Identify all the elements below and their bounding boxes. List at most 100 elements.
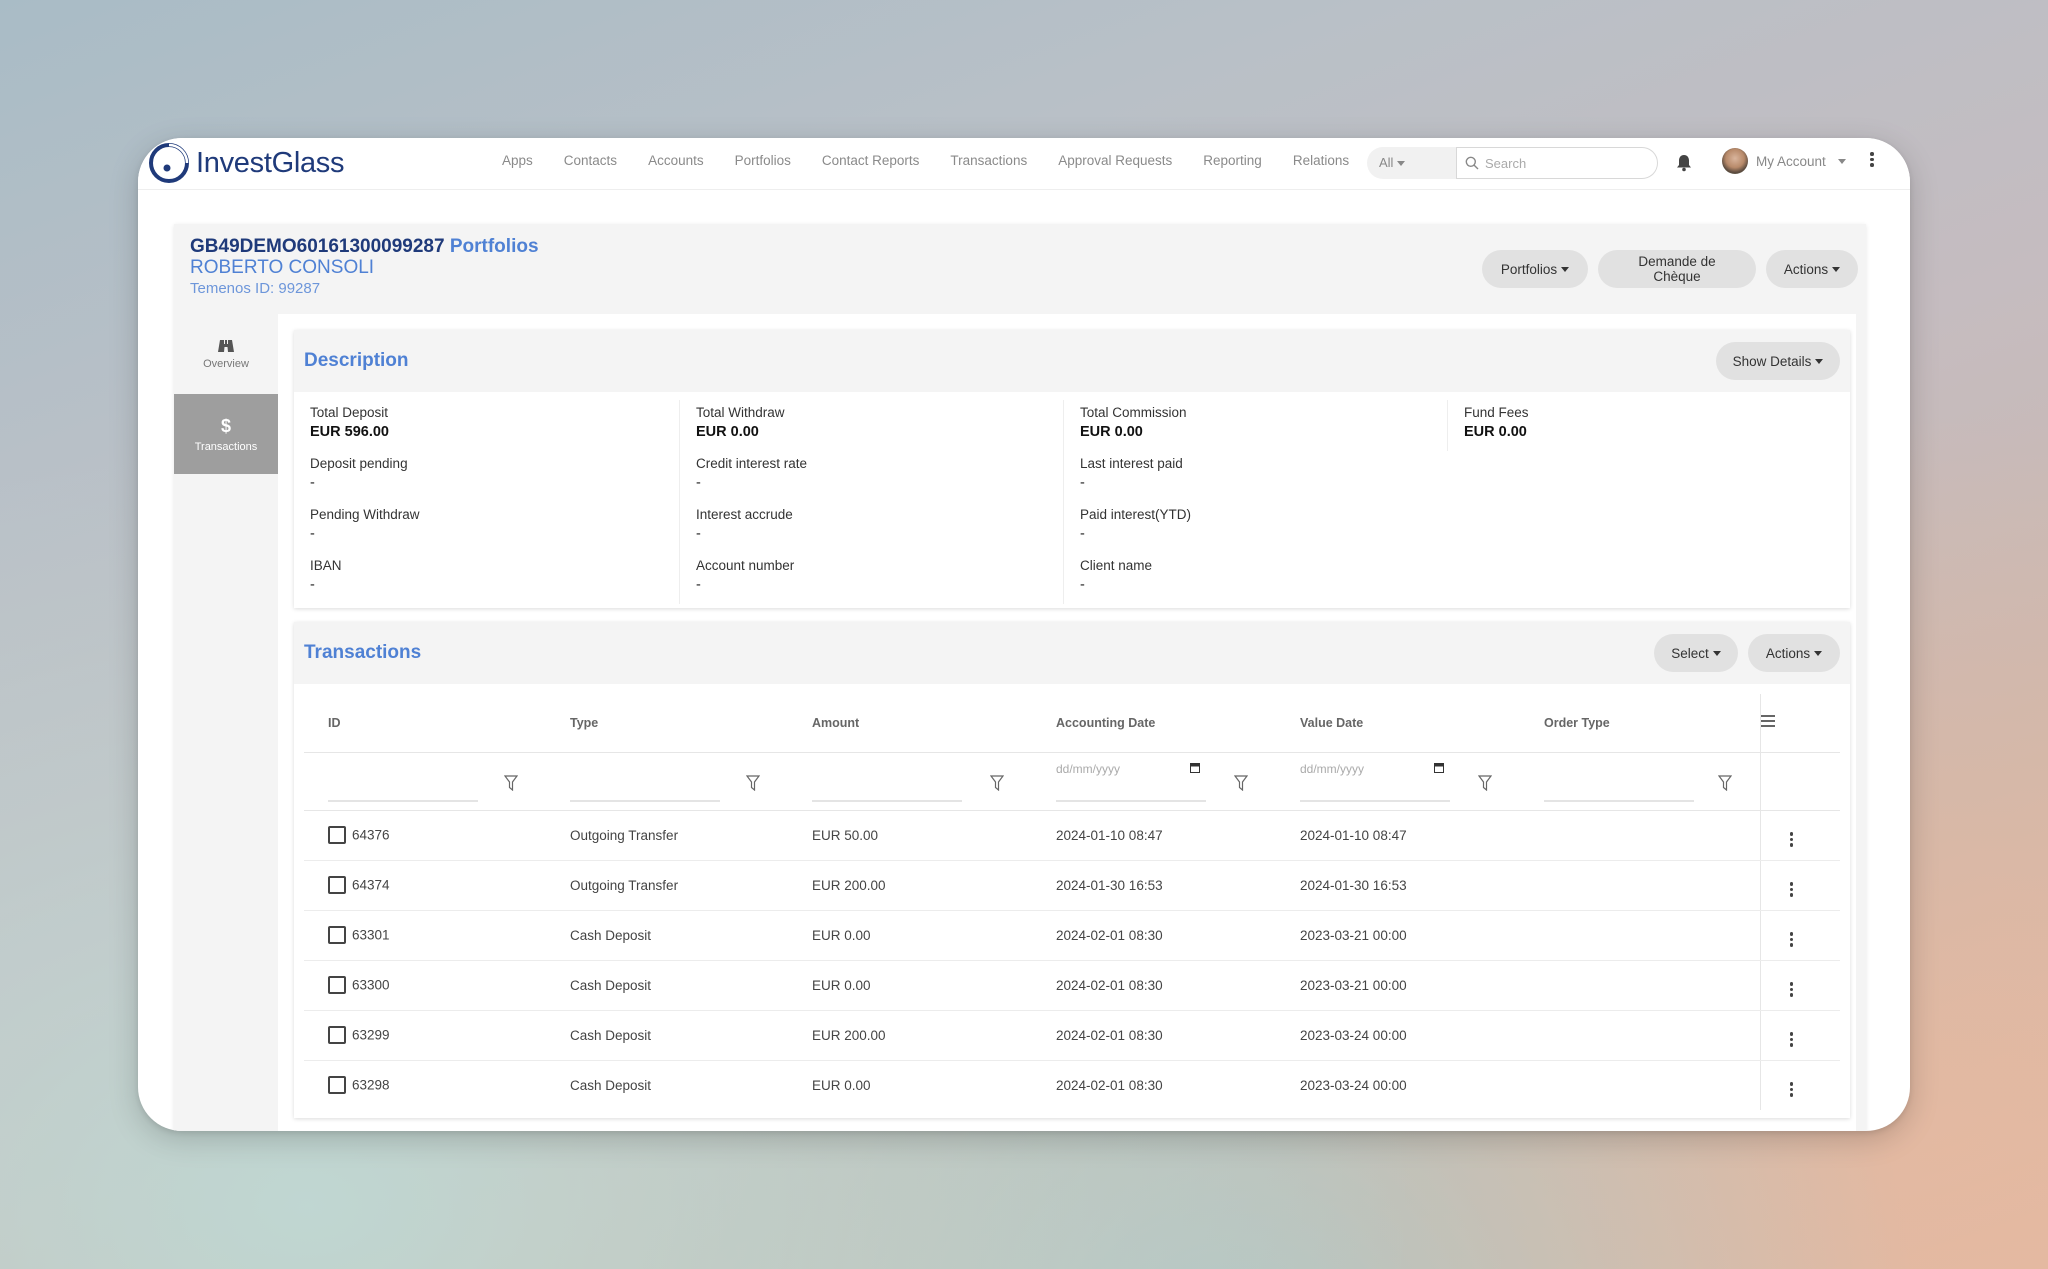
row-id: 64374 bbox=[352, 877, 390, 893]
column-header-order-type[interactable]: Order Type bbox=[1520, 694, 1760, 753]
field-value: - bbox=[310, 526, 315, 542]
row-checkbox[interactable] bbox=[328, 976, 346, 994]
brand-logo[interactable]: InvestGlass bbox=[148, 142, 345, 184]
filter-icon[interactable] bbox=[746, 774, 760, 791]
nav-reporting[interactable]: Reporting bbox=[1203, 153, 1262, 168]
cell-value-date: 2023-03-24 00:00 bbox=[1300, 1077, 1407, 1093]
search-icon bbox=[1465, 156, 1479, 170]
cell-amount: EUR 0.00 bbox=[788, 960, 1032, 1011]
search-input[interactable] bbox=[1485, 155, 1645, 171]
row-more-options-icon[interactable] bbox=[1789, 882, 1793, 897]
nav-portfolios[interactable]: Portfolios bbox=[735, 153, 791, 168]
sidebar-item-overview[interactable]: Overview bbox=[174, 314, 278, 394]
table-row[interactable]: 64376 Outgoing Transfer EUR 50.00 2024-0… bbox=[304, 810, 1840, 861]
field-value: - bbox=[1080, 475, 1085, 491]
filter-order-type-input[interactable] bbox=[1544, 774, 1694, 802]
column-header-id[interactable]: ID bbox=[304, 694, 546, 753]
table-row[interactable]: 63299 Cash Deposit EUR 200.00 2024-02-01… bbox=[304, 1010, 1840, 1061]
header-actions-button[interactable]: Actions bbox=[1766, 250, 1858, 288]
search-scope-label: All bbox=[1379, 155, 1394, 170]
field-label: Interest accrude bbox=[696, 507, 793, 522]
row-checkbox[interactable] bbox=[328, 876, 346, 894]
table-row[interactable]: 64374 Outgoing Transfer EUR 200.00 2024-… bbox=[304, 860, 1840, 911]
nav-approval-requests[interactable]: Approval Requests bbox=[1058, 153, 1172, 168]
table-row[interactable]: 63301 Cash Deposit EUR 0.00 2024-02-01 0… bbox=[304, 910, 1840, 961]
field-total-commission: Total Commission EUR 0.00 bbox=[1063, 400, 1433, 451]
column-header-amount[interactable]: Amount bbox=[788, 694, 1032, 753]
row-checkbox[interactable] bbox=[328, 1076, 346, 1095]
filter-cell-value-date: dd/mm/yyyy bbox=[1276, 752, 1520, 811]
portfolio-header: GB49DEMO60161300099287 Portfolios ROBERT… bbox=[190, 236, 539, 300]
filter-icon[interactable] bbox=[1478, 774, 1492, 791]
field-iban: IBAN - bbox=[294, 553, 664, 604]
filter-amount-input[interactable] bbox=[812, 774, 962, 802]
column-header-type[interactable]: Type bbox=[546, 694, 788, 753]
row-more-options-icon[interactable] bbox=[1789, 982, 1793, 997]
chevron-down-icon bbox=[1712, 650, 1721, 656]
cell-value-date: 2023-03-21 00:00 bbox=[1276, 960, 1520, 1011]
column-header-value-date[interactable]: Value Date bbox=[1276, 694, 1520, 753]
filter-icon[interactable] bbox=[1234, 774, 1248, 791]
account-menu[interactable]: My Account bbox=[1722, 148, 1846, 174]
portfolios-dropdown-button[interactable]: Portfolios bbox=[1482, 250, 1588, 288]
show-details-button[interactable]: Show Details bbox=[1716, 342, 1840, 380]
transactions-title: Transactions bbox=[304, 642, 422, 663]
notifications-bell-icon[interactable] bbox=[1676, 154, 1692, 172]
filter-value-date-input[interactable]: dd/mm/yyyy bbox=[1300, 760, 1450, 802]
row-checkbox[interactable] bbox=[328, 1026, 346, 1044]
filter-icon[interactable] bbox=[1717, 774, 1732, 791]
filter-cell-accounting-date: dd/mm/yyyy bbox=[1032, 752, 1276, 811]
cell-row-menu bbox=[1759, 910, 1840, 961]
field-fund-fees: Fund Fees EUR 0.00 bbox=[1447, 400, 1817, 451]
cell-value-date: 2023-03-24 00:00 bbox=[1276, 1010, 1520, 1061]
filter-row: dd/mm/yyyy dd/mm/yyyy bbox=[304, 752, 1840, 811]
more-options-icon[interactable] bbox=[1870, 152, 1874, 167]
field-value: - bbox=[310, 475, 315, 491]
calendar-icon[interactable] bbox=[1434, 762, 1444, 773]
cell-accounting-date: 2024-02-01 08:30 bbox=[1032, 1010, 1276, 1061]
description-column: Total Commission EUR 0.00 Last interest … bbox=[1063, 400, 1433, 604]
row-id: 63299 bbox=[352, 1027, 390, 1043]
cell-value-date: 2024-01-30 16:53 bbox=[1276, 860, 1520, 911]
sidebar-item-transactions[interactable]: $ Transactions bbox=[174, 394, 278, 474]
nav-contact-reports[interactable]: Contact Reports bbox=[822, 153, 920, 168]
row-more-options-icon[interactable] bbox=[1789, 1032, 1793, 1047]
select-dropdown-button[interactable]: Select bbox=[1654, 634, 1738, 672]
cheque-request-button[interactable]: Demande de Chèque bbox=[1598, 250, 1756, 288]
sidebar-item-label: Transactions bbox=[194, 440, 258, 453]
search-scope-dropdown[interactable]: All bbox=[1367, 147, 1457, 179]
transactions-actions-button[interactable]: Actions bbox=[1748, 634, 1840, 672]
row-checkbox[interactable] bbox=[328, 826, 346, 844]
field-label: Paid interest(YTD) bbox=[1080, 507, 1192, 522]
actions-button-label: Actions bbox=[1783, 261, 1829, 277]
nav-accounts[interactable]: Accounts bbox=[648, 153, 704, 168]
nav-transactions[interactable]: Transactions bbox=[950, 153, 1027, 168]
cell-id: 63301 bbox=[304, 910, 546, 961]
field-label: Deposit pending bbox=[310, 456, 408, 471]
filter-icon[interactable] bbox=[990, 774, 1004, 791]
filter-accounting-date-input[interactable]: dd/mm/yyyy bbox=[1056, 760, 1206, 802]
filter-type-input[interactable] bbox=[570, 774, 720, 802]
client-name[interactable]: ROBERTO CONSOLI bbox=[190, 258, 539, 278]
avatar bbox=[1722, 148, 1748, 174]
table-row[interactable]: 63300 Cash Deposit EUR 0.00 2024-02-01 0… bbox=[304, 960, 1840, 1011]
field-last-interest-paid: Last interest paid - bbox=[1063, 451, 1433, 502]
column-chooser-icon[interactable] bbox=[1760, 715, 1775, 728]
nav-apps[interactable]: Apps bbox=[502, 153, 533, 168]
cell-id: 63299 bbox=[304, 1010, 546, 1061]
nav-relations[interactable]: Relations bbox=[1293, 153, 1349, 168]
column-header-accounting-date[interactable]: Accounting Date bbox=[1032, 694, 1276, 753]
field-value: - bbox=[696, 526, 701, 542]
nav-contacts[interactable]: Contacts bbox=[564, 153, 617, 168]
row-more-options-icon[interactable] bbox=[1789, 932, 1793, 947]
row-checkbox[interactable] bbox=[328, 926, 346, 944]
top-navbar: InvestGlass Apps Contacts Accounts Portf… bbox=[138, 138, 1910, 190]
sidebar-item-label: Overview bbox=[203, 358, 249, 370]
row-more-options-icon[interactable] bbox=[1789, 1082, 1793, 1097]
filter-id-input[interactable] bbox=[328, 774, 478, 802]
calendar-icon[interactable] bbox=[1190, 762, 1200, 773]
row-more-options-icon[interactable] bbox=[1789, 832, 1793, 847]
cell-order-type bbox=[1520, 860, 1760, 911]
table-row[interactable]: 63298 Cash Deposit EUR 0.00 2024-02-01 0… bbox=[304, 1060, 1840, 1110]
filter-icon[interactable] bbox=[504, 774, 518, 791]
